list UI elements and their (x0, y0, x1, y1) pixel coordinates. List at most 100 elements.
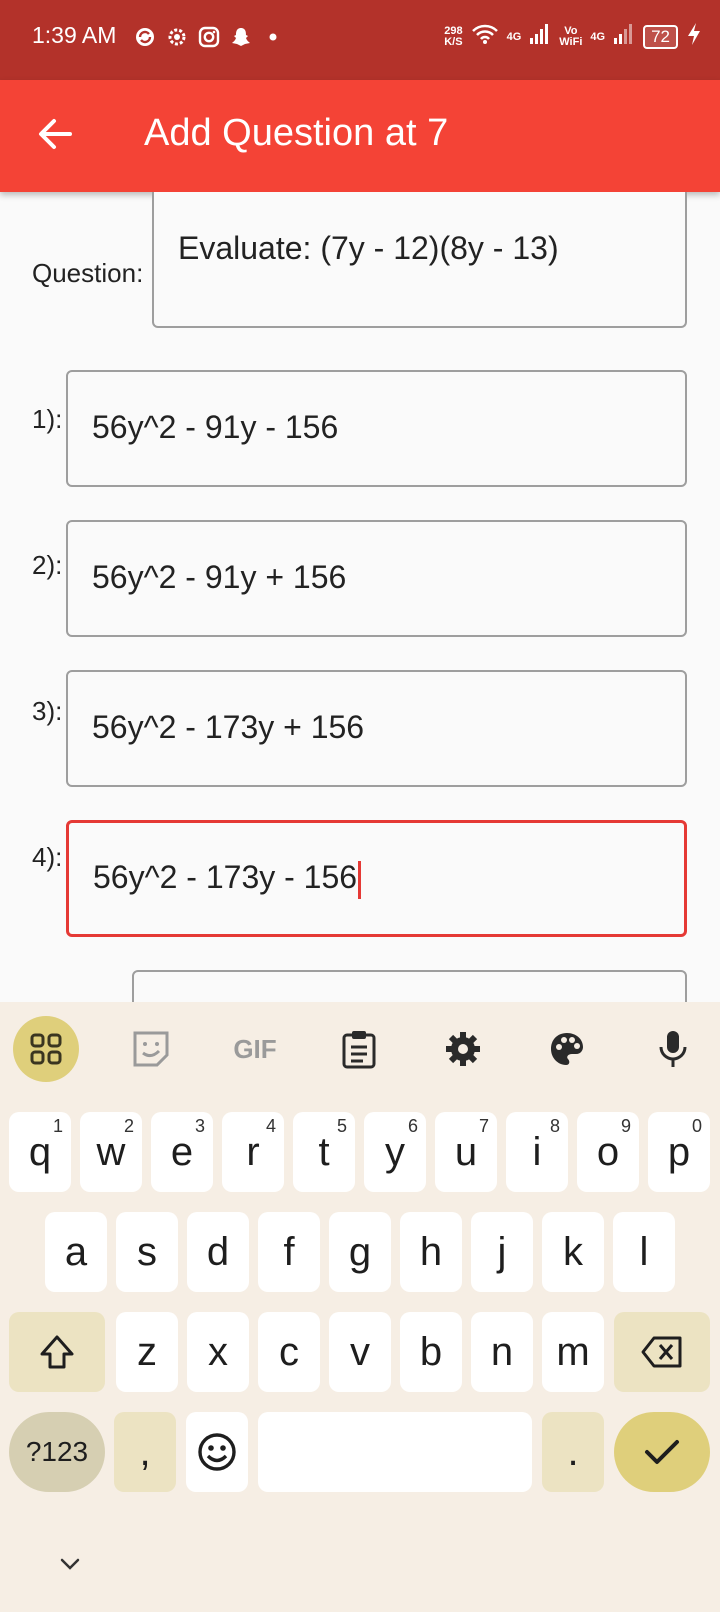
settings-icon (446, 1032, 480, 1066)
key-h[interactable]: h (400, 1212, 462, 1292)
key-label: t (318, 1129, 330, 1174)
key-hint: 1 (52, 1116, 63, 1136)
notification-icons (134, 26, 284, 48)
question-label: Question: (32, 258, 144, 288)
option-label-1: 1): (32, 404, 63, 434)
key-l[interactable]: l (613, 1212, 675, 1292)
option-input-2[interactable]: 56y^2 - 91y + 156 (66, 520, 687, 637)
dot-icon (262, 26, 284, 48)
key-hint: 0 (691, 1116, 702, 1136)
status-time: 1:39 AM (32, 22, 117, 48)
key-d[interactable]: d (187, 1212, 249, 1292)
apps-button[interactable] (13, 1016, 79, 1082)
apps-icon (30, 1033, 62, 1065)
palette-icon (551, 1033, 583, 1065)
signal-icon (613, 23, 635, 50)
key-m[interactable]: m (542, 1312, 604, 1392)
backspace-icon (641, 1336, 682, 1368)
clipboard-button[interactable] (326, 1016, 392, 1082)
clipboard-icon (342, 1031, 376, 1069)
hide-keyboard-icon[interactable] (56, 1550, 84, 1578)
question-form: Question: Evaluate: (7y - 12)(8y - 13) 1… (0, 192, 720, 1002)
key-s[interactable]: s (116, 1212, 178, 1292)
emoji-icon (198, 1433, 236, 1471)
period-key[interactable]: . (542, 1412, 604, 1492)
key-k[interactable]: k (542, 1212, 604, 1292)
space-key[interactable] (258, 1412, 532, 1492)
shift-key[interactable] (9, 1312, 105, 1392)
key-j[interactable]: j (471, 1212, 533, 1292)
theme-button[interactable] (534, 1016, 600, 1082)
wifi-icon (471, 23, 499, 50)
page-title: Add Question at 7 (144, 112, 449, 154)
option-input-4[interactable]: 56y^2 - 173y - 156 (66, 820, 687, 937)
text-cursor (358, 860, 362, 899)
key-hint: 3 (194, 1116, 205, 1136)
key-label: q (28, 1129, 52, 1174)
enter-key[interactable] (614, 1412, 710, 1492)
shift-icon (40, 1335, 74, 1369)
key-hint: 2 (123, 1116, 134, 1136)
key-w[interactable]: w2 (80, 1112, 142, 1192)
key-i[interactable]: i8 (506, 1112, 568, 1192)
key-hint: 7 (478, 1116, 489, 1136)
key-q[interactable]: q1 (9, 1112, 71, 1192)
arrow-back-icon (39, 119, 72, 149)
question-input[interactable]: Evaluate: (7y - 12)(8y - 13) (152, 192, 687, 328)
app-bar: Add Question at 7 (0, 80, 720, 192)
key-b[interactable]: b (400, 1312, 462, 1392)
sig2-label: 4G (590, 30, 606, 43)
option-label-3: 3): (32, 696, 63, 726)
option-input-3[interactable]: 56y^2 - 173y + 156 (66, 670, 687, 787)
key-label: r (246, 1129, 260, 1174)
sig1-label: 4G (506, 30, 522, 43)
symbols-key[interactable]: ?123 (9, 1412, 105, 1492)
checkmark-icon (645, 1440, 679, 1464)
emoji-key[interactable] (186, 1412, 248, 1492)
key-label: o (596, 1129, 620, 1174)
option-label-4: 4): (32, 842, 63, 872)
sync-icon (134, 26, 156, 48)
snapchat-icon (230, 26, 252, 48)
instagram-icon (198, 26, 220, 48)
next-input-partial[interactable] (132, 970, 687, 1002)
key-u[interactable]: u7 (435, 1112, 497, 1192)
vowifi-label: Vo WiFi (559, 24, 583, 48)
sticker-button[interactable] (118, 1016, 184, 1082)
key-e[interactable]: e3 (151, 1112, 213, 1192)
key-t[interactable]: t5 (293, 1112, 355, 1192)
status-bar: 1:39 AM 298 K/S 4G Vo WiFi 4G 72 (0, 0, 720, 80)
sticker-icon (133, 1031, 169, 1067)
key-hint: 4 (265, 1116, 276, 1136)
mic-icon (659, 1031, 687, 1067)
key-g[interactable]: g (329, 1212, 391, 1292)
battery-indicator: 72 (643, 24, 678, 49)
key-hint: 6 (407, 1116, 418, 1136)
key-hint: 5 (336, 1116, 347, 1136)
key-y[interactable]: y6 (364, 1112, 426, 1192)
soft-keyboard: GIF q1w2e3r4t5y6u7i8o9p0 asdfghjkl zxcvb… (0, 1002, 720, 1612)
gif-button[interactable]: GIF (222, 1016, 288, 1082)
key-p[interactable]: p0 (648, 1112, 710, 1192)
backspace-key[interactable] (614, 1312, 710, 1392)
key-label: w (96, 1129, 126, 1174)
keyboard-toolbar: GIF (0, 1002, 720, 1098)
net-speed: 298 K/S (444, 24, 463, 48)
key-f[interactable]: f (258, 1212, 320, 1292)
key-c[interactable]: c (258, 1312, 320, 1392)
key-hint: 9 (620, 1116, 631, 1136)
back-button[interactable] (34, 112, 78, 156)
key-label: e (170, 1129, 194, 1174)
key-z[interactable]: z (116, 1312, 178, 1392)
signal-icon (529, 23, 551, 50)
key-o[interactable]: o9 (577, 1112, 639, 1192)
option-input-1[interactable]: 56y^2 - 91y - 156 (66, 370, 687, 487)
comma-key[interactable]: , (114, 1412, 176, 1492)
key-x[interactable]: x (187, 1312, 249, 1392)
key-v[interactable]: v (329, 1312, 391, 1392)
key-a[interactable]: a (45, 1212, 107, 1292)
key-r[interactable]: r4 (222, 1112, 284, 1192)
keyboard-settings-button[interactable] (430, 1016, 496, 1082)
voice-input-button[interactable] (640, 1016, 706, 1082)
key-n[interactable]: n (471, 1312, 533, 1392)
